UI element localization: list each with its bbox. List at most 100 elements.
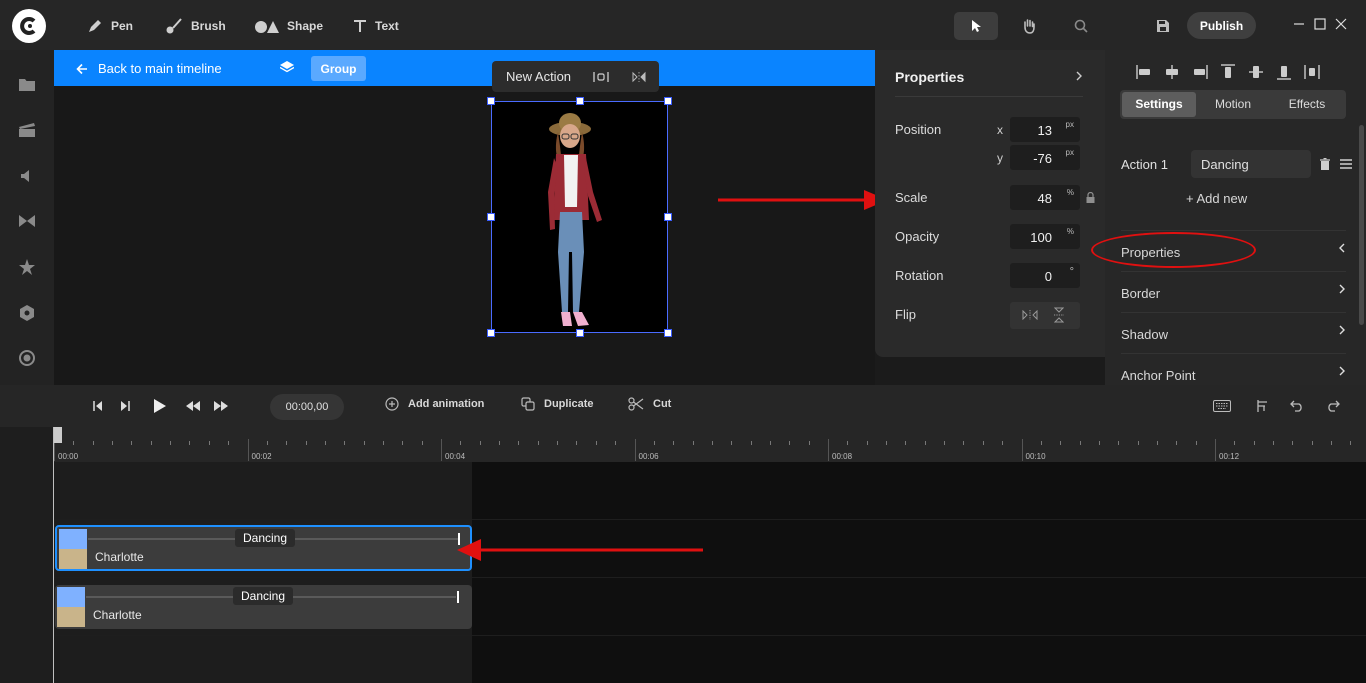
chevron-right-icon[interactable] (1075, 71, 1083, 81)
ruler-tick (1002, 441, 1004, 445)
playhead-handle[interactable] (54, 427, 62, 443)
skip-to-start-icon[interactable] (90, 398, 106, 414)
ruler-tick (576, 441, 578, 445)
back-to-main-timeline-button[interactable]: Back to main timeline (76, 61, 222, 76)
fit-width-icon[interactable] (593, 71, 609, 83)
align-top-icon[interactable] (1219, 63, 1237, 81)
flip-vertical-icon[interactable] (1054, 307, 1064, 323)
time-ruler[interactable]: 00:00 00:02 00:04 00:06 00:08 00:10 00:12 (54, 427, 1366, 462)
clip-trim-handle[interactable] (457, 591, 459, 603)
text-tool[interactable]: Text (353, 14, 399, 38)
distribute-horizontal-icon[interactable] (1303, 63, 1321, 81)
ruler-tick (460, 441, 462, 445)
rewind-icon[interactable] (185, 398, 201, 414)
section-shadow[interactable]: Shadow (1121, 312, 1346, 353)
ruler-tick (441, 439, 442, 461)
rotation-field[interactable]: 0 ° (1010, 263, 1080, 288)
align-center-horizontal-icon[interactable] (1163, 63, 1181, 81)
duplicate-button[interactable]: Duplicate (521, 397, 594, 411)
scale-field[interactable]: 48 % (1010, 185, 1080, 210)
ruler-tick (112, 441, 114, 445)
tab-settings[interactable]: Settings (1122, 92, 1196, 117)
ruler-tick (499, 441, 501, 445)
minimize-button[interactable] (1291, 14, 1307, 34)
add-new-action-button[interactable]: + Add new (1186, 191, 1247, 206)
align-left-icon[interactable] (1135, 63, 1153, 81)
brush-tool[interactable]: Brush (165, 14, 226, 38)
canvas-area[interactable]: Back to main timeline Group New Action (54, 50, 875, 385)
shape-tool[interactable]: Shape (255, 14, 323, 38)
row-divider (54, 635, 1366, 636)
menu-icon[interactable] (1340, 159, 1352, 169)
clip-action-label[interactable]: Dancing (235, 529, 296, 547)
plugin-icon[interactable] (17, 303, 37, 323)
audio-icon[interactable] (17, 166, 37, 186)
play-button[interactable] (151, 397, 169, 415)
select-tool-button[interactable] (954, 12, 998, 40)
undo-icon[interactable] (1289, 398, 1305, 414)
record-icon[interactable] (17, 348, 37, 368)
action-select[interactable]: Dancing (1191, 150, 1311, 178)
brush-icon (165, 18, 183, 34)
right-settings-panel: Settings Motion Effects Action 1 Dancing… (1105, 50, 1366, 385)
section-border[interactable]: Border (1121, 271, 1346, 312)
trash-icon[interactable] (1320, 158, 1330, 170)
keyboard-icon[interactable] (1212, 398, 1232, 414)
opacity-field[interactable]: 100 % (1010, 224, 1080, 249)
app-logo[interactable] (12, 9, 46, 43)
current-time-display[interactable]: 00:00,00 (270, 394, 344, 420)
resize-handle[interactable] (664, 213, 672, 221)
resize-handle[interactable] (487, 97, 495, 105)
y-axis-label: y (997, 151, 1003, 165)
ruler-tick (382, 441, 384, 445)
resize-handle[interactable] (576, 97, 584, 105)
align-bottom-icon[interactable] (1275, 63, 1293, 81)
character-stage[interactable] (491, 101, 668, 333)
position-x-field[interactable]: 13 px (1010, 117, 1080, 142)
transition-icon[interactable] (17, 211, 37, 231)
close-window-button[interactable] (1333, 14, 1349, 34)
resize-handle[interactable] (487, 213, 495, 221)
clip-action-label[interactable]: Dancing (233, 587, 294, 605)
fast-forward-icon[interactable] (213, 398, 229, 414)
pen-tool[interactable]: Pen (87, 14, 133, 38)
maximize-button[interactable] (1312, 14, 1328, 34)
scenes-icon[interactable] (17, 120, 37, 140)
add-animation-button[interactable]: Add animation (385, 397, 484, 411)
lock-icon[interactable] (1086, 192, 1095, 203)
folder-icon[interactable] (17, 74, 37, 94)
section-border-label: Border (1121, 286, 1161, 301)
resize-handle[interactable] (664, 97, 672, 105)
tab-effects[interactable]: Effects (1270, 92, 1344, 117)
panel-scrollbar[interactable] (1359, 125, 1364, 325)
ruler-tick (518, 441, 520, 445)
group-chip[interactable]: Group (311, 56, 366, 81)
align-middle-vertical-icon[interactable] (1247, 63, 1265, 81)
search-button[interactable] (1059, 12, 1103, 40)
action-label: Action 1 (1121, 157, 1168, 172)
track-clip-selected[interactable]: Dancing Charlotte (55, 525, 472, 571)
flip-horizontal-icon[interactable] (631, 71, 647, 83)
opacity-value: 100 (1030, 230, 1052, 245)
ruler-tick (344, 441, 346, 445)
ruler-tick (1118, 441, 1120, 445)
cut-button[interactable]: Cut (628, 397, 671, 411)
position-y-field[interactable]: -76 px (1010, 145, 1080, 170)
timeline-area: 00:00 00:02 00:04 00:06 00:08 00:10 00:12 Danc… (0, 427, 1366, 683)
ruler-label: 00:08 (832, 452, 853, 461)
hand-tool-button[interactable] (1007, 12, 1051, 40)
resize-handle[interactable] (576, 329, 584, 337)
split-track-icon[interactable] (1254, 398, 1270, 414)
publish-button[interactable]: Publish (1187, 12, 1256, 39)
save-button[interactable] (1141, 12, 1185, 40)
tab-motion[interactable]: Motion (1196, 92, 1270, 117)
align-right-icon[interactable] (1191, 63, 1209, 81)
resize-handle[interactable] (487, 329, 495, 337)
flip-horizontal-icon[interactable] (1022, 310, 1038, 320)
track-clip[interactable]: Dancing Charlotte (55, 585, 472, 629)
resize-handle[interactable] (664, 329, 672, 337)
new-action-button[interactable]: New Action (506, 69, 571, 84)
star-icon[interactable] (17, 257, 37, 277)
redo-icon[interactable] (1325, 398, 1341, 414)
skip-to-end-icon[interactable] (117, 398, 133, 414)
